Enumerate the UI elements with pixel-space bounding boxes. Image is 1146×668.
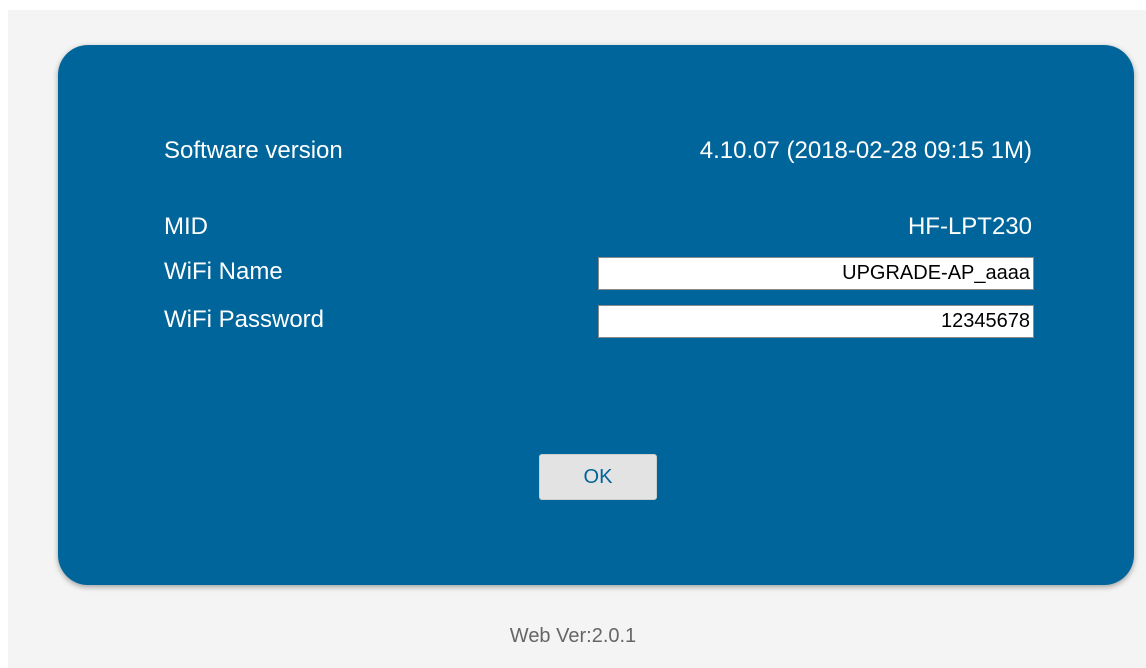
mid-label: MID (164, 213, 208, 240)
settings-panel: Software version 4.10.07 (2018-02-28 09:… (58, 45, 1134, 585)
software-version-value: 4.10.07 (2018-02-28 09:15 1M) (699, 137, 1032, 164)
software-version-label: Software version (164, 137, 343, 164)
ok-button[interactable]: OK (539, 454, 657, 500)
wifi-password-input[interactable] (598, 305, 1034, 338)
wifi-password-label: WiFi Password (164, 306, 325, 333)
wifi-name-input[interactable] (598, 257, 1034, 290)
mid-value: HF-LPT230 (907, 213, 1032, 240)
wifi-name-label: WiFi Name (164, 258, 283, 285)
web-version-footer: Web Ver:2.0.1 (509, 625, 637, 647)
